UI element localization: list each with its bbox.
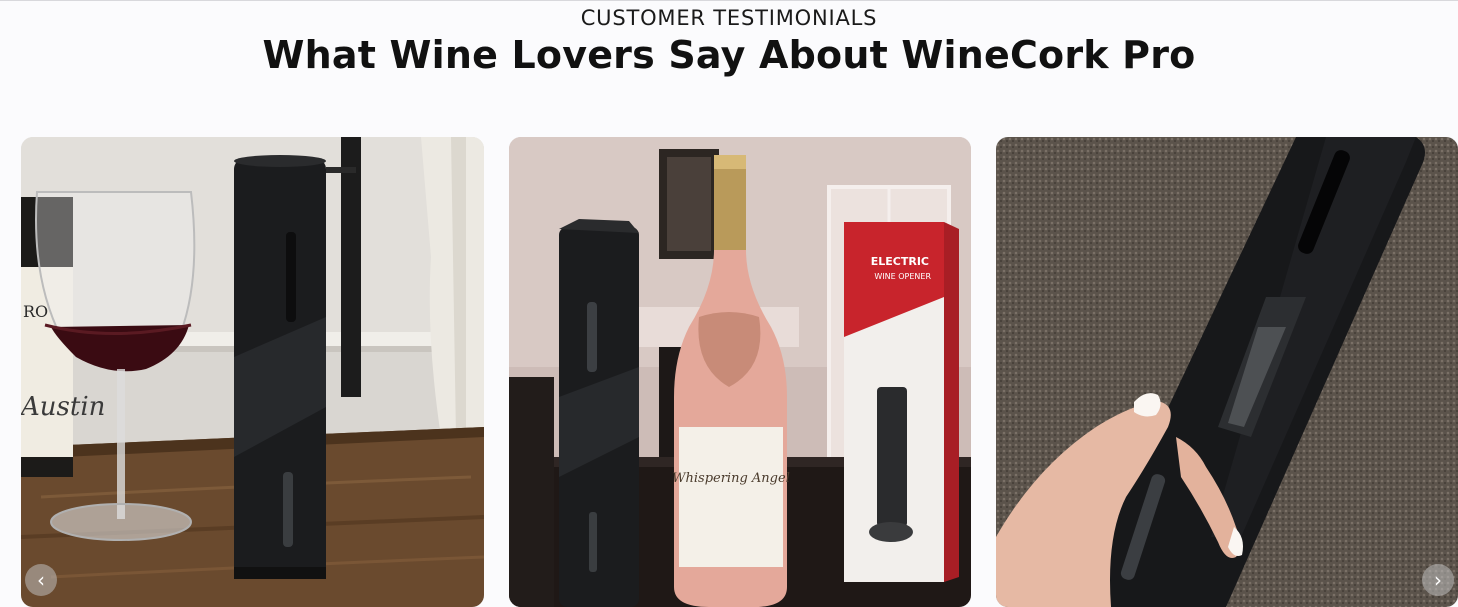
section-eyebrow: CUSTOMER TESTIMONIALS <box>580 6 878 30</box>
rose-bottle-label: Whispering Angel <box>672 471 790 486</box>
bottle-label-script: Austin <box>21 392 105 422</box>
photo-opener-with-wine-glass: RO Austin <box>21 137 484 607</box>
box-label-opener: WINE OPENER <box>874 272 931 281</box>
chevron-left-icon: ‹ <box>37 568 45 592</box>
testimonial-card-2[interactable]: Whispering Angel ELECTRIC WINE OPENER <box>509 137 971 607</box>
chevron-right-icon: › <box>1434 568 1442 592</box>
photo-opener-with-rose-bottle: Whispering Angel ELECTRIC WINE OPENER <box>509 137 971 607</box>
box-label-electric: ELECTRIC <box>871 255 929 268</box>
section-title: What Wine Lovers Say About WineCork Pro <box>262 33 1196 77</box>
carousel-next-button[interactable]: › <box>1422 564 1454 596</box>
photo-opener-in-hand <box>996 137 1458 607</box>
carousel-prev-button[interactable]: ‹ <box>25 564 57 596</box>
testimonial-card-1[interactable]: RO Austin <box>21 137 484 607</box>
top-divider <box>0 0 1458 1</box>
bottle-label-top: RO <box>23 302 48 321</box>
testimonial-card-3[interactable] <box>996 137 1458 607</box>
